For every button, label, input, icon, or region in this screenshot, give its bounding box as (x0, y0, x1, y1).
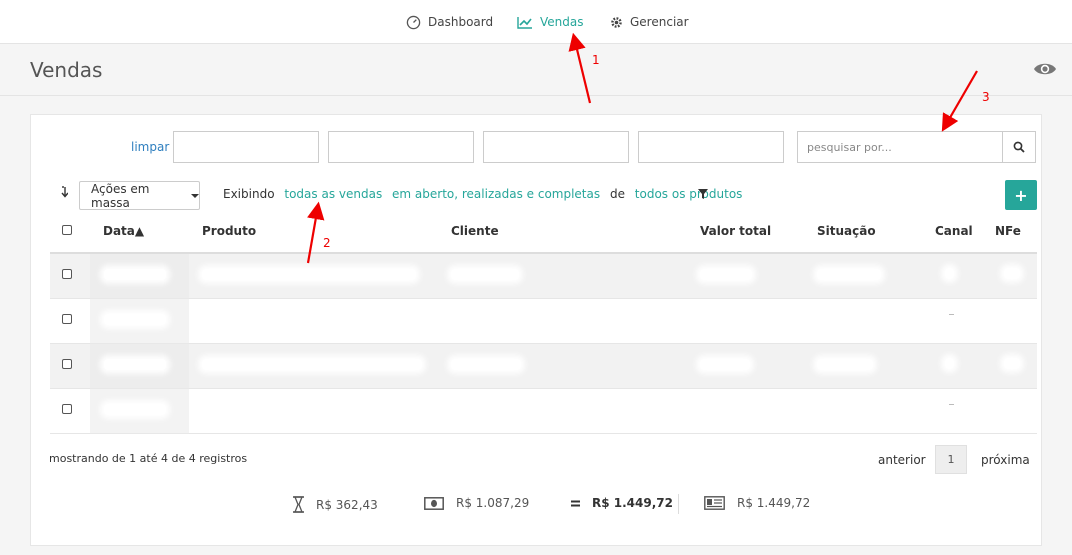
annotation-arrow-3 (941, 70, 978, 132)
annotation-label-1: 1 (592, 53, 600, 67)
annotation-arrow-2 (306, 201, 325, 264)
annotation-arrow-1 (568, 32, 592, 104)
annotation-label-3: 3 (982, 90, 990, 104)
annotation-label-2: 2 (323, 236, 331, 250)
